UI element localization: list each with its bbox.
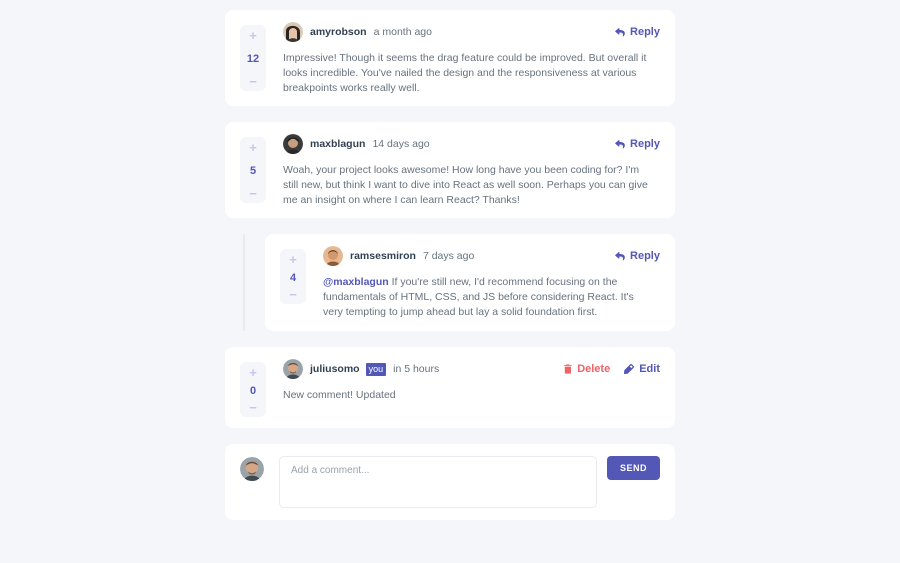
- own-comment-card: + 0 − juliusomo you in 5 hours Delete Ed…: [225, 347, 675, 428]
- score: 4: [289, 271, 297, 284]
- pencil-icon: [624, 364, 635, 374]
- minus-icon[interactable]: −: [249, 401, 257, 415]
- comment-text: Woah, your project looks awesome! How lo…: [283, 164, 648, 206]
- reply-thread-line: [243, 234, 245, 331]
- comment-card: + 5 − maxblagun 14 days ago Reply Woah, …: [225, 122, 675, 218]
- comment-header: ramsesmiron 7 days ago: [323, 246, 474, 266]
- vote-control: + 0 −: [240, 362, 266, 417]
- avatar: [283, 22, 303, 42]
- comment-composer: SEND: [225, 444, 675, 520]
- vote-control: + 4 −: [280, 249, 306, 304]
- comment-text: @maxblagun If you're still new, I'd reco…: [323, 275, 653, 320]
- vote-control: + 12 −: [240, 25, 266, 91]
- trash-icon: [564, 364, 572, 374]
- plus-icon[interactable]: +: [249, 29, 257, 43]
- comment-actions: Reply: [615, 26, 660, 38]
- comment-card: + 12 − amyrobson a month ago Reply Impre…: [225, 10, 675, 106]
- reply-card: + 4 − ramsesmiron 7 days ago Reply @maxb…: [265, 234, 675, 331]
- comment-actions: Reply: [615, 138, 660, 150]
- minus-icon[interactable]: −: [249, 75, 257, 89]
- reply-label: Reply: [630, 138, 660, 150]
- timestamp: in 5 hours: [393, 363, 440, 375]
- comment-actions: Reply: [615, 250, 660, 262]
- reply-button[interactable]: Reply: [615, 26, 660, 38]
- avatar: [323, 246, 343, 266]
- plus-icon[interactable]: +: [249, 366, 257, 380]
- comment-actions: Delete Edit: [564, 363, 660, 375]
- score: 12: [246, 53, 260, 65]
- you-badge: you: [365, 362, 387, 376]
- comment-text: New comment! Updated: [283, 389, 396, 401]
- edit-button[interactable]: Edit: [624, 363, 660, 375]
- edit-label: Edit: [639, 363, 660, 375]
- reply-arrow-icon: [615, 27, 625, 37]
- minus-icon[interactable]: −: [289, 288, 297, 302]
- reply-label: Reply: [630, 250, 660, 262]
- reply-arrow-icon: [615, 251, 625, 261]
- score: 0: [249, 384, 257, 397]
- vote-control: + 5 −: [240, 137, 266, 203]
- comment-text: Impressive! Though it seems the drag fea…: [283, 52, 647, 94]
- mention-link[interactable]: @maxblagun: [323, 276, 389, 288]
- comment-header: amyrobson a month ago: [283, 22, 432, 42]
- delete-button[interactable]: Delete: [564, 363, 610, 375]
- comment-header: juliusomo you in 5 hours: [283, 359, 439, 379]
- plus-icon[interactable]: +: [249, 141, 257, 155]
- comment-header: maxblagun 14 days ago: [283, 134, 430, 154]
- timestamp: 14 days ago: [372, 138, 430, 150]
- avatar: [283, 359, 303, 379]
- comment-input[interactable]: [279, 456, 597, 508]
- reply-button[interactable]: Reply: [615, 138, 660, 150]
- current-user-avatar: [240, 457, 264, 481]
- username[interactable]: ramsesmiron: [350, 250, 416, 262]
- plus-icon[interactable]: +: [289, 253, 297, 267]
- reply-label: Reply: [630, 26, 660, 38]
- username[interactable]: amyrobson: [310, 26, 367, 38]
- username[interactable]: maxblagun: [310, 138, 365, 150]
- reply-arrow-icon: [615, 139, 625, 149]
- timestamp: a month ago: [373, 26, 432, 38]
- score: 5: [249, 165, 257, 177]
- send-button[interactable]: SEND: [607, 456, 660, 480]
- reply-button[interactable]: Reply: [615, 250, 660, 262]
- avatar: [283, 134, 303, 154]
- delete-label: Delete: [577, 363, 611, 375]
- username[interactable]: juliusomo: [310, 363, 360, 375]
- timestamp: 7 days ago: [422, 250, 475, 262]
- minus-icon[interactable]: −: [249, 187, 257, 201]
